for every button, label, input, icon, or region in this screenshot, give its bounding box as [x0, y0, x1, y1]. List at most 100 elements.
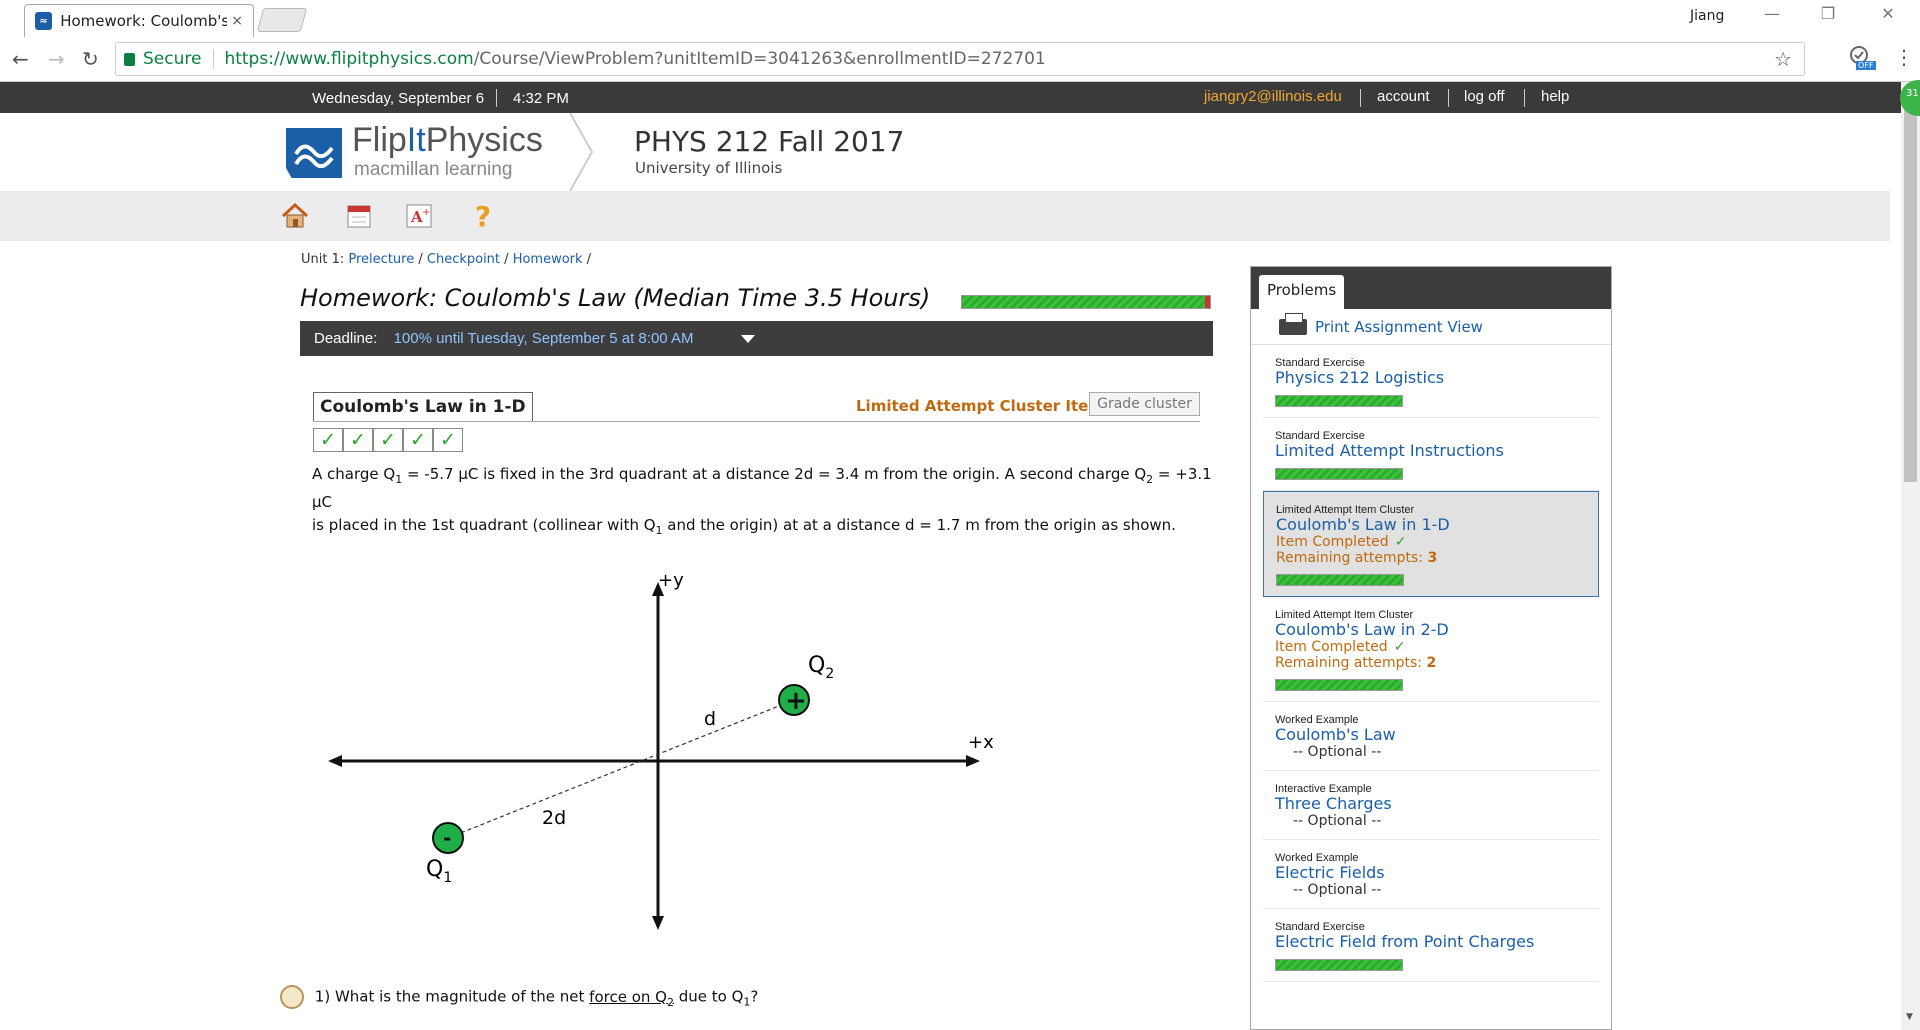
- calendar-icon[interactable]: [344, 201, 374, 231]
- item-completed: Item Completed ✓: [1275, 639, 1406, 655]
- breadcrumb-homework[interactable]: Homework: [513, 252, 583, 267]
- item-name[interactable]: Three Charges: [1275, 794, 1587, 813]
- divider: [496, 89, 497, 107]
- check-icon[interactable]: ✓: [313, 428, 343, 452]
- reload-icon[interactable]: ↻: [82, 47, 99, 71]
- check-icon[interactable]: ✓: [343, 428, 373, 452]
- course-title: PHYS 212 Fall 2017: [634, 125, 905, 158]
- new-tab-button[interactable]: [256, 8, 308, 32]
- deadline-label: Deadline:: [314, 330, 378, 347]
- window-user-name[interactable]: Jiang: [1690, 8, 1724, 24]
- q1-label: Q1: [426, 857, 452, 886]
- extension-icon[interactable]: OFF: [1848, 45, 1876, 73]
- item-name[interactable]: Physics 212 Logistics: [1275, 368, 1587, 387]
- question-1: 1) What is the magnitude of the net forc…: [280, 985, 758, 1009]
- account-link[interactable]: account: [1377, 88, 1430, 105]
- q2-label: Q2: [808, 653, 834, 682]
- check-icon: ✓: [1393, 639, 1406, 655]
- sidebar-item-physics-212-logistics[interactable]: Standard Exercise Physics 212 Logistics: [1263, 345, 1599, 418]
- print-assignment-label: Print Assignment View: [1315, 317, 1483, 336]
- sidebar-item-coulombs-law-2d[interactable]: Limited Attempt Item Cluster Coulomb's L…: [1263, 597, 1599, 702]
- plus-sign: +: [785, 686, 807, 716]
- deadline-bar[interactable]: Deadline: 100% until Tuesday, September …: [300, 321, 1213, 356]
- sidebar-item-limited-attempt-instructions[interactable]: Standard Exercise Limited Attempt Instru…: [1263, 418, 1599, 491]
- y-arrow-down: [652, 916, 664, 930]
- tab-title: Homework: Coulomb's L: [60, 12, 228, 30]
- site-top-bar: Wednesday, September 6 4:32 PM jiangry2@…: [0, 82, 1920, 113]
- item-progress-bar: [1275, 395, 1403, 407]
- cluster-item-checks: ✓ ✓ ✓ ✓ ✓: [313, 428, 463, 452]
- address-bar-row: ← → ↻ Secure https://www.flipitphysics.c…: [0, 37, 1920, 82]
- d-label: d: [704, 708, 716, 730]
- brand-header: FlipItPhysics macmillan learning PHYS 21…: [0, 113, 1920, 191]
- cluster-name: Coulomb's Law in 1-D: [313, 392, 533, 422]
- optional-label: -- Optional --: [1293, 744, 1382, 760]
- breadcrumb-prelecture[interactable]: Prelecture: [348, 252, 414, 267]
- tab-close-icon[interactable]: ×: [231, 13, 243, 29]
- caret-down-icon[interactable]: [741, 335, 755, 343]
- url-path: /Course/ViewProblem?unitItemID=3041263&e…: [473, 49, 1046, 69]
- item-progress-bar: [1275, 959, 1403, 971]
- minimize-icon[interactable]: —: [1752, 4, 1792, 28]
- item-progress-bar: [1276, 574, 1404, 586]
- item-name[interactable]: Coulomb's Law in 2-D: [1275, 620, 1587, 639]
- close-window-icon[interactable]: ✕: [1868, 4, 1908, 28]
- grade-cluster-button[interactable]: Grade cluster: [1089, 392, 1200, 416]
- check-icon[interactable]: ✓: [433, 428, 463, 452]
- item-name[interactable]: Limited Attempt Instructions: [1275, 441, 1587, 460]
- item-name[interactable]: Coulomb's Law in 1-D: [1276, 515, 1586, 534]
- restore-icon[interactable]: ❐: [1808, 4, 1848, 28]
- x-arrow-right: [966, 755, 980, 767]
- flipit-logo-text[interactable]: FlipItPhysics: [352, 121, 543, 160]
- page-title: Homework: Coulomb's Law (Median Time 3.5…: [300, 284, 931, 312]
- user-email-link[interactable]: jiangry2@illinois.edu: [1204, 88, 1342, 105]
- item-name[interactable]: Electric Fields: [1275, 863, 1587, 882]
- help-question-icon[interactable]: ?: [468, 200, 498, 233]
- two-d-label: 2d: [542, 807, 566, 829]
- back-icon[interactable]: ←: [12, 47, 29, 71]
- macmillan-subtitle: macmillan learning: [354, 159, 513, 180]
- current-date: Wednesday, September 6: [312, 90, 485, 107]
- course-nav-icons: A + ?: [0, 191, 1890, 241]
- sidebar-item-coulombs-law-1d[interactable]: Limited Attempt Item Cluster Coulomb's L…: [1263, 491, 1599, 597]
- browser-menu-icon[interactable]: ⋮: [1894, 45, 1914, 69]
- scrollbar-thumb[interactable]: [1904, 102, 1917, 482]
- check-icon[interactable]: ✓: [403, 428, 433, 452]
- problems-sidebar: Problems Print Assignment View Standard …: [1250, 266, 1612, 1030]
- progress-remaining: [1205, 296, 1210, 308]
- secure-label: Secure: [143, 49, 202, 69]
- page-scrollbar[interactable]: ▼: [1901, 82, 1920, 1030]
- force-glossary-link[interactable]: force on Q2: [589, 988, 674, 1009]
- forward-icon[interactable]: →: [48, 47, 65, 71]
- x-axis-label: +x: [968, 732, 994, 753]
- divider: [1524, 89, 1525, 107]
- dashed-line: [447, 699, 795, 839]
- home-icon[interactable]: [280, 201, 310, 231]
- sidebar-item-three-charges[interactable]: Interactive Example Three Charges -- Opt…: [1263, 771, 1599, 840]
- sidebar-item-coulombs-law-example[interactable]: Worked Example Coulomb's Law -- Optional…: [1263, 702, 1599, 771]
- homework-progress-bar: [961, 295, 1211, 309]
- logoff-link[interactable]: log off: [1464, 88, 1505, 105]
- limited-attempt-label: Limited Attempt Cluster Item: [856, 397, 1104, 415]
- browser-tab[interactable]: ≈ Homework: Coulomb's L ×: [24, 4, 254, 37]
- sidebar-item-electric-field-point-charges[interactable]: Standard Exercise Electric Field from Po…: [1263, 909, 1599, 982]
- grades-icon[interactable]: A +: [404, 201, 434, 231]
- breadcrumb-checkpoint[interactable]: Checkpoint: [427, 252, 500, 267]
- sidebar-header: Problems: [1251, 267, 1611, 309]
- x-arrow-left: [328, 755, 342, 767]
- sidebar-item-electric-fields[interactable]: Worked Example Electric Fields -- Option…: [1263, 840, 1599, 909]
- item-name[interactable]: Electric Field from Point Charges: [1275, 932, 1587, 951]
- charge-diagram: +y +x d 2d Q2 Q1 + -: [328, 570, 994, 930]
- bookmark-star-icon[interactable]: ☆: [1774, 47, 1792, 71]
- print-assignment-link[interactable]: Print Assignment View: [1251, 309, 1611, 345]
- url-input[interactable]: Secure https://www.flipitphysics.com/Cou…: [115, 42, 1805, 76]
- scroll-down-icon[interactable]: ▼: [1906, 1012, 1913, 1022]
- flipit-logo-icon[interactable]: [286, 128, 342, 178]
- item-name[interactable]: Coulomb's Law: [1275, 725, 1587, 744]
- cluster-divider: [313, 421, 1200, 422]
- check-icon[interactable]: ✓: [373, 428, 403, 452]
- help-link[interactable]: help: [1541, 88, 1569, 105]
- tab-problems[interactable]: Problems: [1259, 275, 1345, 309]
- omnibox-divider: [213, 49, 215, 69]
- browser-tabstrip: ≈ Homework: Coulomb's L × Jiang — ❐ ✕: [0, 0, 1920, 37]
